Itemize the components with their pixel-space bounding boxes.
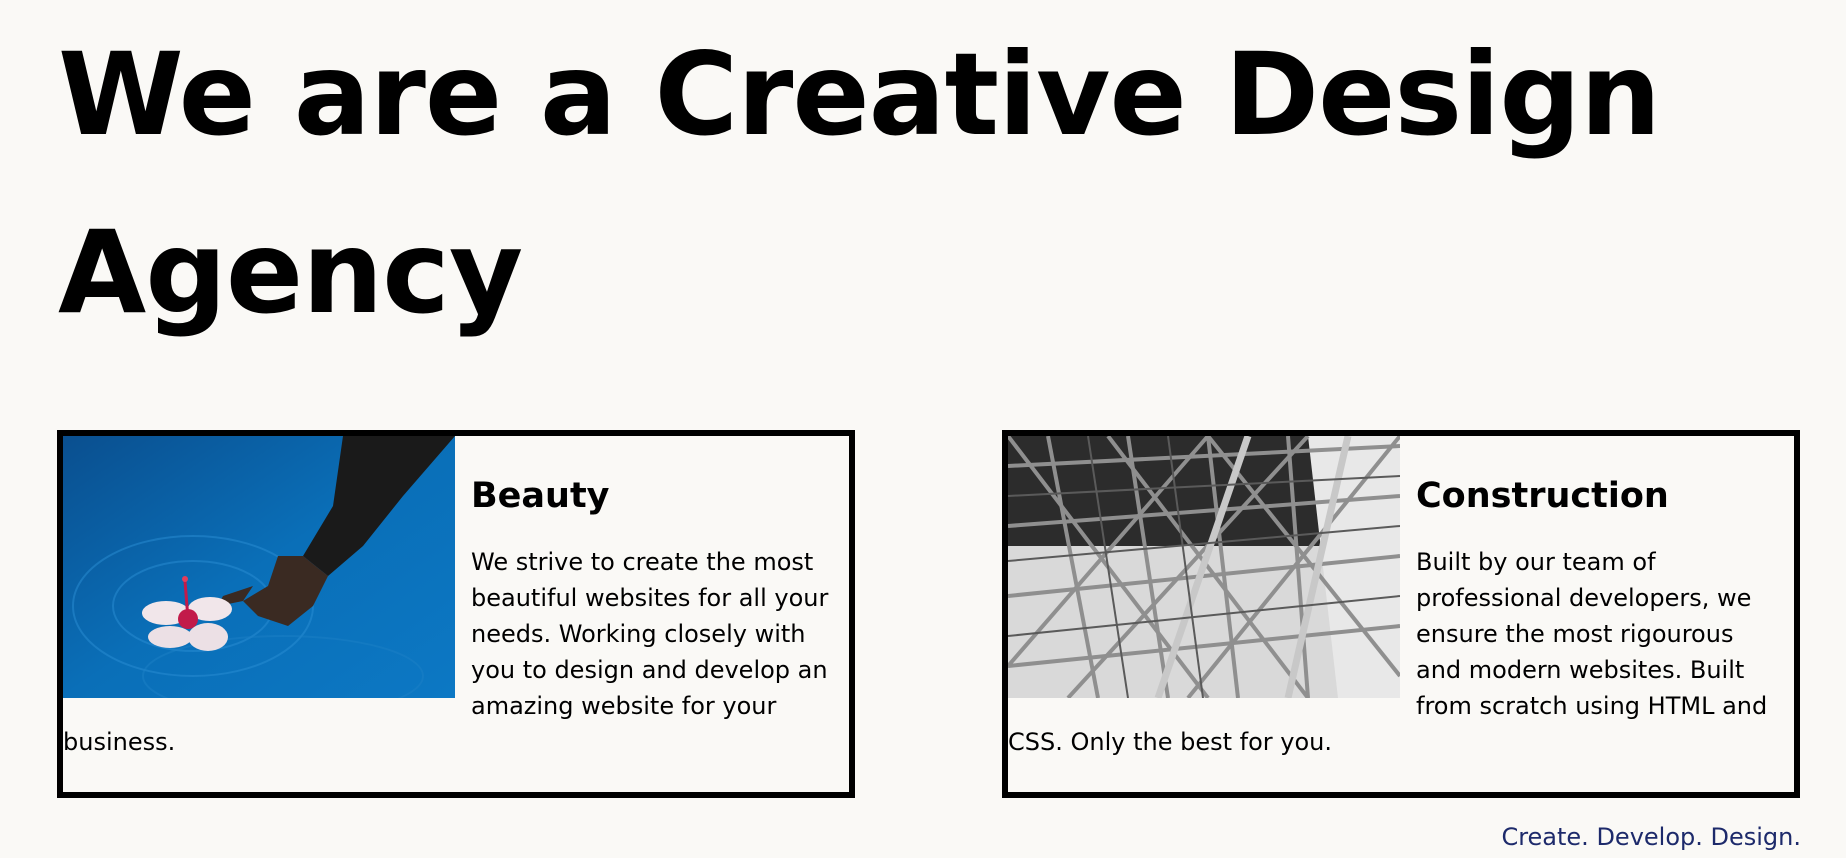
- service-card-beauty: Beauty We strive to create the most beau…: [57, 430, 855, 798]
- hero-title: We are a Creative Design Agency: [58, 28, 1661, 339]
- flower-in-water-photo: [63, 436, 455, 698]
- footer-tagline: Create. Develop. Design.: [1501, 823, 1801, 851]
- service-card-construction: Construction Built by our team of profes…: [1002, 430, 1800, 798]
- page: We are a Creative Design Agency Beauty W…: [0, 0, 1846, 858]
- steel-structure-photo: [1008, 436, 1400, 698]
